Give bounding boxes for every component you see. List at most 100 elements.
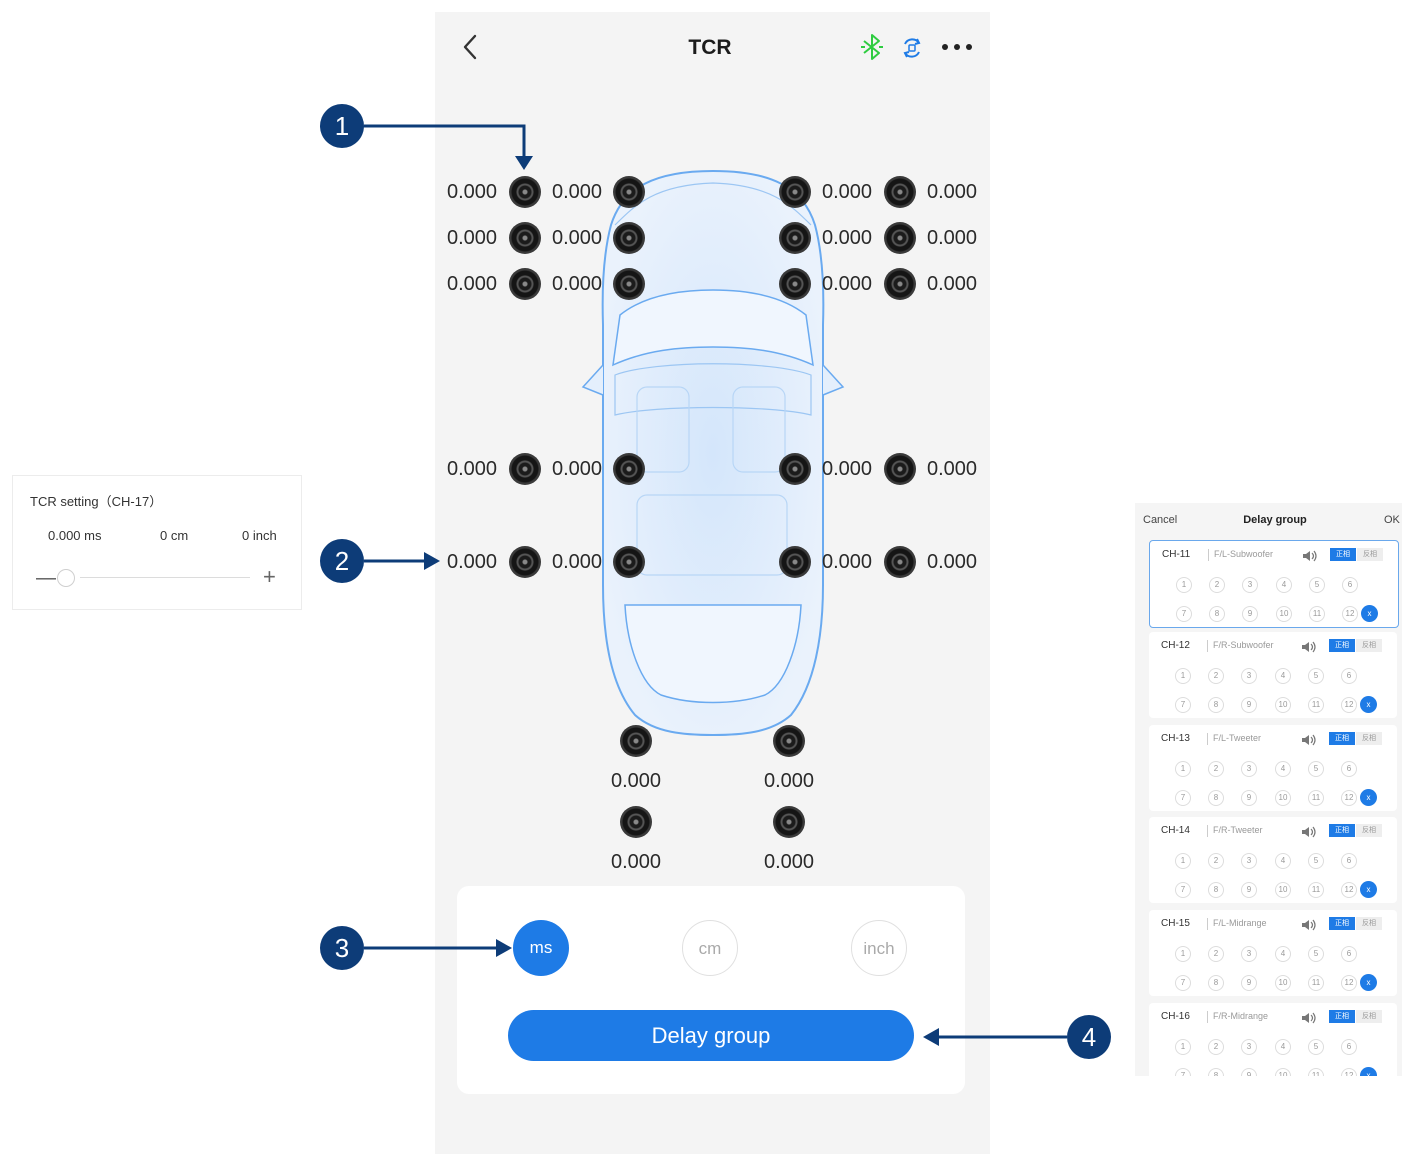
group-number-button[interactable]: 8 — [1208, 1068, 1224, 1076]
back-icon[interactable] — [461, 32, 481, 62]
phase-positive-button[interactable]: 正相 — [1329, 639, 1355, 652]
group-number-button[interactable]: 8 — [1209, 606, 1225, 622]
speaker-delay-value[interactable]: 0.000 — [817, 550, 877, 574]
unit-inch-button[interactable]: inch — [851, 920, 907, 976]
group-number-button[interactable]: 6 — [1342, 577, 1358, 593]
channel-card[interactable]: CH-16 F/R-Midrange 正相 反相 1 2 3 4 5 6 7 8 9 10 11 12 x — [1149, 1003, 1397, 1076]
clear-group-button[interactable]: x — [1360, 881, 1377, 898]
clear-group-button[interactable]: x — [1361, 605, 1378, 622]
group-number-button[interactable]: 4 — [1276, 577, 1292, 593]
speaker-delay-value[interactable]: 0.000 — [922, 550, 982, 574]
group-number-button[interactable]: 10 — [1275, 975, 1291, 991]
minus-button[interactable]: — — [36, 568, 56, 588]
group-number-button[interactable]: 4 — [1275, 946, 1291, 962]
group-number-button[interactable]: 12 — [1341, 697, 1357, 713]
group-number-button[interactable]: 3 — [1241, 946, 1257, 962]
speaker-delay-value[interactable]: 0.000 — [817, 226, 877, 250]
group-number-button[interactable]: 10 — [1275, 790, 1291, 806]
speaker-delay-value[interactable]: 0.000 — [922, 226, 982, 250]
speaker-delay-value[interactable]: 0.000 — [817, 457, 877, 481]
plus-button[interactable]: + — [263, 566, 276, 588]
group-number-button[interactable]: 7 — [1175, 882, 1191, 898]
phase-positive-button[interactable]: 正相 — [1329, 732, 1355, 745]
group-number-button[interactable]: 2 — [1208, 668, 1224, 684]
group-number-button[interactable]: 7 — [1176, 606, 1192, 622]
group-number-button[interactable]: 1 — [1175, 946, 1191, 962]
group-number-button[interactable]: 10 — [1276, 606, 1292, 622]
group-number-button[interactable]: 5 — [1308, 1039, 1324, 1055]
speaker-delay-value[interactable]: 0.000 — [759, 850, 819, 874]
group-number-button[interactable]: 12 — [1342, 606, 1358, 622]
delay-slider-track[interactable] — [80, 577, 250, 578]
sync-icon[interactable] — [900, 35, 924, 61]
channel-card[interactable]: CH-14 F/R-Tweeter 正相 反相 1 2 3 4 5 6 7 8 9 10 11 12 x — [1149, 817, 1397, 903]
group-number-button[interactable]: 11 — [1308, 1068, 1324, 1076]
speaker-volume-icon[interactable] — [1301, 733, 1317, 746]
channel-card[interactable]: CH-11 F/L-Subwoofer 正相 反相 1 2 3 4 5 6 7 8 9 10 11 12 x — [1149, 540, 1399, 628]
group-number-button[interactable]: 11 — [1308, 697, 1324, 713]
group-number-button[interactable]: 4 — [1275, 1039, 1291, 1055]
group-number-button[interactable]: 5 — [1308, 853, 1324, 869]
group-number-button[interactable]: 1 — [1175, 761, 1191, 777]
group-number-button[interactable]: 4 — [1275, 761, 1291, 777]
phase-negative-button[interactable]: 反相 — [1356, 1010, 1382, 1023]
ok-button[interactable]: OK — [1384, 514, 1400, 526]
group-number-button[interactable]: 12 — [1341, 1068, 1357, 1076]
speaker-icon[interactable] — [779, 176, 811, 208]
speaker-volume-icon[interactable] — [1301, 825, 1317, 838]
group-number-button[interactable]: 9 — [1241, 975, 1257, 991]
speaker-icon[interactable] — [884, 222, 916, 254]
unit-ms-button[interactable]: ms — [513, 920, 569, 976]
speaker-icon[interactable] — [509, 453, 541, 485]
phase-negative-button[interactable]: 反相 — [1356, 639, 1382, 652]
group-number-button[interactable]: 2 — [1208, 946, 1224, 962]
group-number-button[interactable]: 8 — [1208, 790, 1224, 806]
speaker-volume-icon[interactable] — [1301, 1011, 1317, 1024]
more-icon[interactable] — [940, 38, 974, 56]
group-number-button[interactable]: 6 — [1341, 853, 1357, 869]
phase-negative-button[interactable]: 反相 — [1356, 824, 1382, 837]
channel-card[interactable]: CH-13 F/L-Tweeter 正相 反相 1 2 3 4 5 6 7 8 9 10 11 12 x — [1149, 725, 1397, 811]
group-number-button[interactable]: 5 — [1309, 577, 1325, 593]
speaker-icon[interactable] — [779, 546, 811, 578]
speaker-icon[interactable] — [613, 268, 645, 300]
speaker-delay-value[interactable]: 0.000 — [922, 272, 982, 296]
group-number-button[interactable]: 6 — [1341, 668, 1357, 684]
group-number-button[interactable]: 11 — [1309, 606, 1325, 622]
speaker-delay-value[interactable]: 0.000 — [442, 180, 502, 204]
speaker-icon[interactable] — [509, 222, 541, 254]
speaker-delay-value[interactable]: 0.000 — [606, 769, 666, 793]
channel-card[interactable]: CH-15 F/L-Midrange 正相 反相 1 2 3 4 5 6 7 8 9 10 11 12 x — [1149, 910, 1397, 996]
speaker-icon[interactable] — [613, 222, 645, 254]
group-number-button[interactable]: 1 — [1176, 577, 1192, 593]
speaker-delay-value[interactable]: 0.000 — [442, 226, 502, 250]
group-number-button[interactable]: 8 — [1208, 882, 1224, 898]
phase-positive-button[interactable]: 正相 — [1330, 548, 1356, 561]
speaker-delay-value[interactable]: 0.000 — [817, 180, 877, 204]
group-number-button[interactable]: 9 — [1242, 606, 1258, 622]
speaker-icon[interactable] — [773, 806, 805, 838]
speaker-icon[interactable] — [884, 268, 916, 300]
group-number-button[interactable]: 1 — [1175, 668, 1191, 684]
speaker-icon[interactable] — [884, 176, 916, 208]
speaker-icon[interactable] — [613, 546, 645, 578]
group-number-button[interactable]: 3 — [1241, 1039, 1257, 1055]
speaker-icon[interactable] — [620, 806, 652, 838]
group-number-button[interactable]: 4 — [1275, 668, 1291, 684]
clear-group-button[interactable]: x — [1360, 696, 1377, 713]
group-number-button[interactable]: 7 — [1175, 697, 1191, 713]
group-number-button[interactable]: 10 — [1275, 697, 1291, 713]
phase-negative-button[interactable]: 反相 — [1356, 917, 1382, 930]
speaker-volume-icon[interactable] — [1301, 640, 1317, 653]
speaker-volume-icon[interactable] — [1301, 918, 1317, 931]
channel-card[interactable]: CH-12 F/R-Subwoofer 正相 反相 1 2 3 4 5 6 7 8 9 10 11 12 x — [1149, 632, 1397, 718]
group-number-button[interactable]: 7 — [1175, 790, 1191, 806]
group-number-button[interactable]: 6 — [1341, 946, 1357, 962]
group-number-button[interactable]: 2 — [1209, 577, 1225, 593]
clear-group-button[interactable]: x — [1360, 974, 1377, 991]
phase-negative-button[interactable]: 反相 — [1357, 548, 1383, 561]
clear-group-button[interactable]: x — [1360, 1067, 1377, 1076]
speaker-icon[interactable] — [779, 222, 811, 254]
speaker-delay-value[interactable]: 0.000 — [442, 550, 502, 574]
phase-positive-button[interactable]: 正相 — [1329, 824, 1355, 837]
